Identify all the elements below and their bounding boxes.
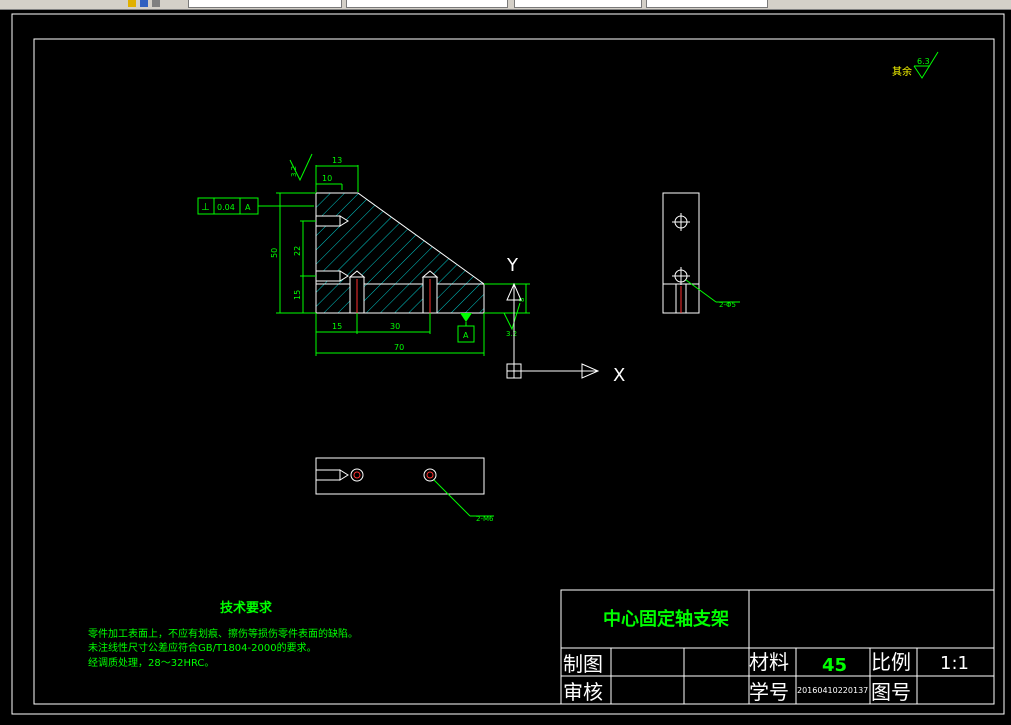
review-label: 审核 <box>563 680 603 704</box>
ucs-icon: Y X <box>506 255 625 386</box>
dim-bottom-30: 30 <box>390 322 400 331</box>
tolerance-datum: A <box>245 203 251 212</box>
tech-requirement-line-2: 未注线性尺寸公差应符合GB/T1804-2000的要求。 <box>88 641 317 654</box>
roughness-note-value: 6.3 <box>917 57 930 66</box>
material-value: 45 <box>822 655 847 676</box>
roughness-mark-top: 3.2 <box>290 166 298 177</box>
side-view: 2-Φ5 <box>662 192 740 314</box>
dim-top-10: 10 <box>322 174 332 183</box>
scale-value: 1:1 <box>940 653 969 674</box>
toolbar-dropdown-3[interactable] <box>514 0 642 8</box>
front-view-hatched-body <box>315 192 485 314</box>
tech-requirements-title: 技术要求 <box>220 600 273 616</box>
axis-x-label: X <box>613 365 625 386</box>
toolbar <box>0 0 1011 10</box>
dim-bottom-15: 15 <box>332 322 342 331</box>
material-label: 材料 <box>749 650 789 674</box>
tolerance-value: 0.04 <box>217 203 235 212</box>
dim-total-70: 70 <box>394 343 404 352</box>
drawing-title: 中心固定轴支架 <box>603 608 729 630</box>
axis-y-label: Y <box>506 255 519 276</box>
dim-top-13: 13 <box>332 156 342 165</box>
hole-callout-bottom: 2-M6 <box>476 515 494 523</box>
geometric-tolerance-frame: ⊥ 0.04 A <box>197 197 314 215</box>
student-id-label: 学号 <box>749 680 789 704</box>
tech-requirement-line-1: 零件加工表面上，不应有划痕、擦伤等损伤零件表面的缺陷。 <box>88 627 358 640</box>
student-id-value: 20160410220137 <box>797 686 868 695</box>
toolbar-icon-1[interactable] <box>128 0 136 7</box>
title-block: 中心固定轴支架 制图 审核 材料 45 比例 1:1 学号 2016041022… <box>560 589 995 705</box>
dim-height-50: 50 <box>270 248 279 258</box>
tolerance-symbol: ⊥ <box>201 202 210 213</box>
front-view: 13 10 3.2 ⊥ 0.04 A 50 22 15 15 30 70 A 8… <box>197 153 530 356</box>
dim-h-22: 22 <box>293 246 302 256</box>
datum-label: A <box>463 331 469 340</box>
tech-requirement-line-3: 经调质处理，28～32HRC。 <box>88 656 214 669</box>
toolbar-icon-2[interactable] <box>140 0 148 7</box>
drawn-by-label: 制图 <box>563 652 603 676</box>
scale-label: 比例 <box>871 650 911 674</box>
toolbar-dropdown-2[interactable] <box>346 0 508 8</box>
roughness-mark-bottom: 3.2 <box>506 330 517 338</box>
cad-drawing-canvas[interactable]: 其余 6.3 13 10 3.2 ⊥ 0.04 A 50 22 15 15 30… <box>0 10 1011 725</box>
dim-h-15: 15 <box>293 290 302 300</box>
technical-requirements: 技术要求 零件加工表面上，不应有划痕、擦伤等损伤零件表面的缺陷。 未注线性尺寸公… <box>88 600 358 669</box>
drawing-no-label: 图号 <box>871 680 911 704</box>
hole-callout-side: 2-Φ5 <box>719 301 736 309</box>
toolbar-icon-3[interactable] <box>152 0 160 7</box>
top-view: 2-M6 <box>315 457 494 523</box>
toolbar-dropdown-4[interactable] <box>646 0 768 8</box>
general-roughness-note: 其余 6.3 <box>892 51 939 79</box>
roughness-note-label: 其余 <box>892 65 912 78</box>
toolbar-dropdown-1[interactable] <box>188 0 342 8</box>
